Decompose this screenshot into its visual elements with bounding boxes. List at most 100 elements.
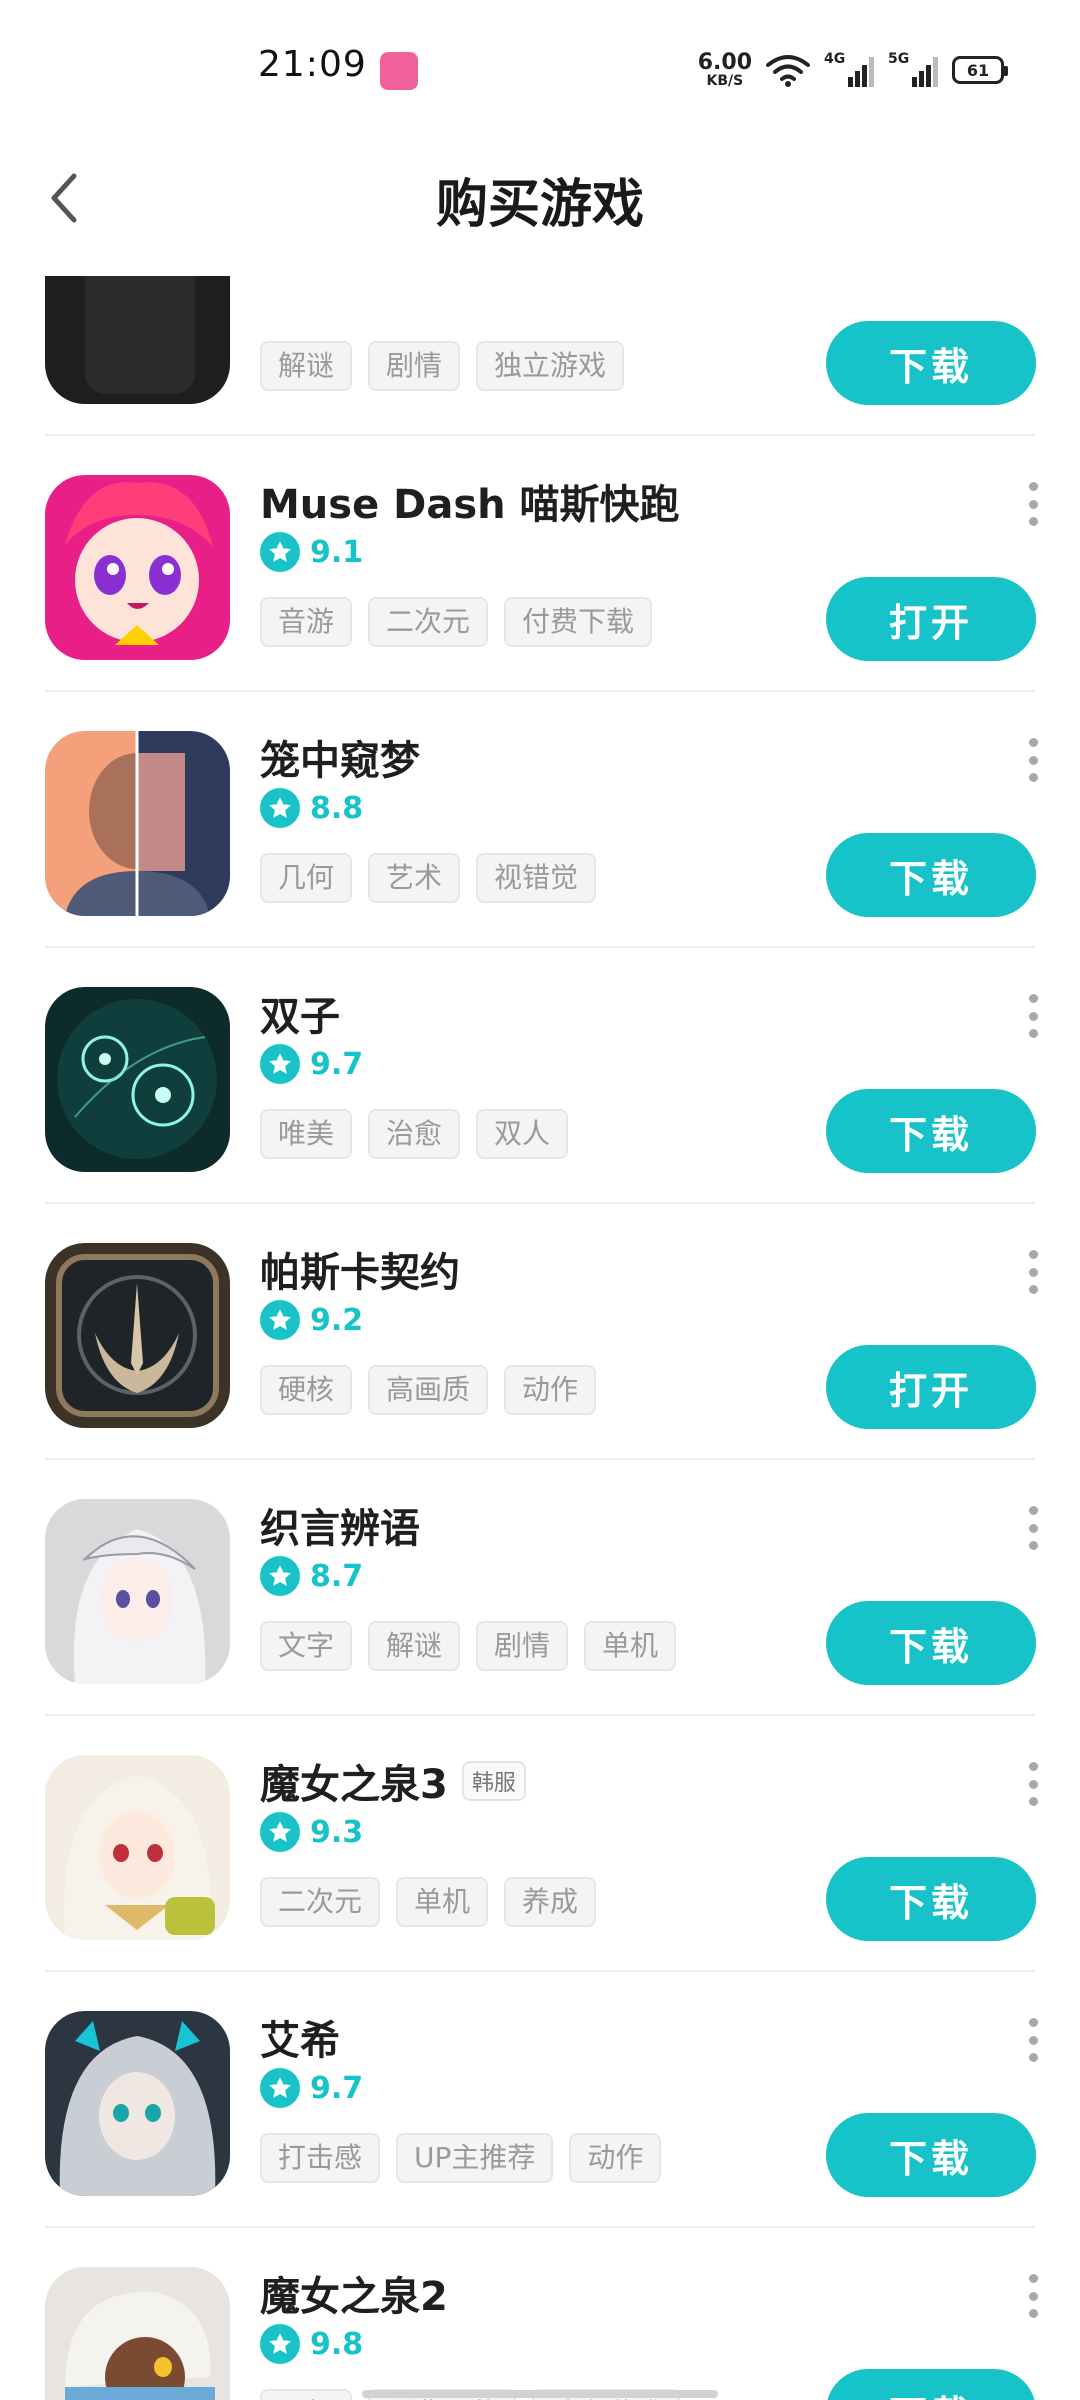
game-tag: 单机 [584,1621,677,1671]
game-tag: 二次元 [368,597,489,647]
rating-score: 9.1 [310,534,364,570]
game-tag: 几何 [260,853,353,903]
game-list-item[interactable]: 魔女之泉3 韩服 9.3 二次元 单机 养成 下载 [0,1716,1080,1972]
open-button[interactable]: 打开 [826,1345,1036,1429]
game-list-item[interactable]: 双子 9.7 唯美 治愈 双人 下载 [0,948,1080,1204]
game-list-item[interactable]: 织言辨语 8.7 文字 解谜 剧情 单机 下载 [0,1460,1080,1716]
more-options-icon[interactable] [1026,738,1040,782]
open-button[interactable]: 打开 [826,577,1036,661]
game-tag: 解谜 [368,1621,461,1671]
game-icon[interactable] [45,1755,230,1940]
game-icon[interactable] [45,987,230,1172]
game-tags: 硬核 高画质 动作 [260,1365,597,1415]
more-options-icon[interactable] [1026,2018,1040,2062]
game-list-item[interactable]: 帕斯卡契约 9.2 硬核 高画质 动作 打开 [0,1204,1080,1460]
game-tag: 治愈 [368,1109,461,1159]
download-button[interactable]: 下载 [826,833,1036,917]
game-icon[interactable] [45,475,230,660]
game-name-row: 织言辨语 [260,1496,420,1554]
download-button[interactable]: 下载 [826,1089,1036,1173]
notification-app-icon [380,52,418,90]
game-rating: 9.7 [260,2068,363,2108]
app-header: 购买游戏 [0,140,1080,270]
game-tag: 音游 [260,597,353,647]
signal-4g-label: 4G [824,51,846,67]
game-tag: 单机 [260,2389,353,2400]
game-tags: 二次元 单机 养成 [260,1877,597,1927]
game-icon[interactable] [45,276,230,404]
download-button[interactable]: 下载 [826,2113,1036,2197]
star-icon [260,1812,300,1852]
rating-score: 9.8 [310,2326,364,2362]
star-icon [260,532,300,572]
game-list[interactable]: 解谜 剧情 独立游戏 下载 Muse Dash 喵斯快跑 9.1 音游 二次元 … [0,276,1080,2400]
game-name: Muse Dash 喵斯快跑 [260,482,680,528]
game-tag: 付费下载 [504,597,653,647]
status-bar: 21:09 6.00 KB/S 4G 5G 61 [0,0,1080,140]
rating-score: 9.7 [310,2070,364,2106]
game-list-item[interactable]: 笼中窥梦 8.8 几何 艺术 视错觉 下载 [0,692,1080,948]
game-tags: 唯美 治愈 双人 [260,1109,569,1159]
game-tag: 双人 [476,1109,569,1159]
home-indicator[interactable] [362,2390,718,2398]
game-tag: 解谜 [260,341,353,391]
game-list-item[interactable]: 艾希 9.7 打击感 UP主推荐 动作 下载 [0,1972,1080,2228]
download-button[interactable]: 下载 [826,1601,1036,1685]
download-button[interactable]: 下载 [826,1857,1036,1941]
game-list-item[interactable]: 魔女之泉2 9.8 单机 付费下载 独立游戏 下载 [0,2228,1080,2400]
region-badge: 韩服 [461,1761,526,1801]
game-tags: 音游 二次元 付费下载 [260,597,653,647]
game-icon[interactable] [45,1243,230,1428]
game-name: 魔女之泉3 [260,1762,448,1808]
game-tags: 解谜 剧情 独立游戏 [260,341,625,391]
game-icon[interactable] [45,2267,230,2400]
status-indicators: 6.00 KB/S 4G 5G 61 [698,48,1008,92]
game-list-item[interactable]: Muse Dash 喵斯快跑 9.1 音游 二次元 付费下载 打开 [0,436,1080,692]
game-name-row: 魔女之泉2 [260,2264,448,2322]
more-options-icon[interactable] [1026,994,1040,1038]
more-options-icon[interactable] [1026,1250,1040,1294]
game-name-row: 双子 [260,984,340,1042]
star-icon [260,1044,300,1084]
game-tag: 剧情 [368,341,461,391]
more-options-icon[interactable] [1026,482,1040,526]
game-tags: 文字 解谜 剧情 单机 [260,1621,677,1671]
game-name: 双子 [260,994,340,1040]
game-tag: 动作 [504,1365,597,1415]
game-name-row: 笼中窥梦 [260,728,420,786]
more-options-icon[interactable] [1026,1762,1040,1806]
game-tag: 打击感 [260,2133,381,2183]
game-icon[interactable] [45,731,230,916]
game-name: 魔女之泉2 [260,2274,448,2320]
game-icon[interactable] [45,2011,230,2196]
game-rating: 9.8 [260,2324,363,2364]
game-name: 艾希 [260,2018,340,2064]
rating-score: 8.7 [310,1558,364,1594]
star-icon [260,1556,300,1596]
game-tag: 二次元 [260,1877,381,1927]
download-button[interactable]: 下载 [826,2369,1036,2400]
battery-icon: 61 [952,56,1008,84]
star-icon [260,788,300,828]
network-speed: 6.00 KB/S [698,52,752,89]
game-icon[interactable] [45,1499,230,1684]
game-tags: 几何 艺术 视错觉 [260,853,597,903]
star-icon [260,1300,300,1340]
more-options-icon[interactable] [1026,1506,1040,1550]
game-tag: UP主推荐 [396,2133,554,2183]
star-icon [260,2324,300,2364]
game-name-row: 魔女之泉3 韩服 [260,1752,526,1810]
game-tag: 文字 [260,1621,353,1671]
battery-level: 61 [966,60,990,80]
game-tag: 独立游戏 [476,341,625,391]
wifi-icon [766,55,810,87]
more-options-icon[interactable] [1026,2274,1040,2318]
game-tag: 硬核 [260,1365,353,1415]
game-tag: 养成 [504,1877,597,1927]
game-tag: 视错觉 [476,853,597,903]
game-tag: 唯美 [260,1109,353,1159]
rating-score: 8.8 [310,790,364,826]
page-title: 购买游戏 [435,175,644,235]
game-list-item[interactable]: 解谜 剧情 独立游戏 下载 [0,276,1080,436]
download-button[interactable]: 下载 [826,321,1036,405]
